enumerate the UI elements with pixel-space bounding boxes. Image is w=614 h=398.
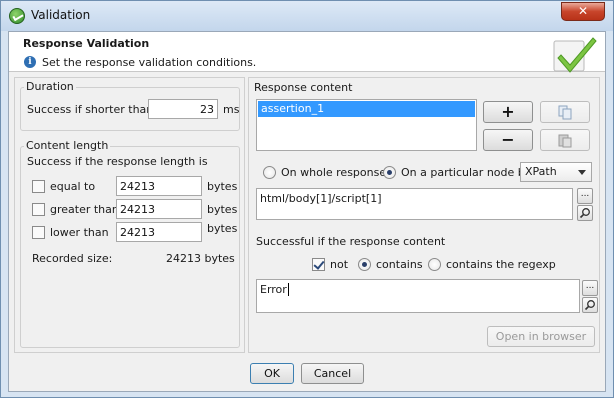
greater-than-input[interactable] <box>116 199 202 219</box>
checkmark-icon <box>553 37 597 73</box>
lower-than-unit: bytes <box>207 222 238 235</box>
duration-legend: Duration <box>24 80 76 93</box>
duration-unit: ms <box>223 103 240 116</box>
content-length-group: Content length Success if the response l… <box>20 139 240 348</box>
open-in-browser-button[interactable]: Open in browser <box>487 326 595 347</box>
contains-regexp-label: contains the regexp <box>446 258 556 271</box>
list-item[interactable]: assertion_1 <box>258 101 475 117</box>
not-label: not <box>330 258 349 271</box>
equal-to-input[interactable] <box>116 176 202 196</box>
close-icon: ✕ <box>577 4 589 18</box>
pattern-field[interactable]: Error <box>256 279 580 313</box>
dialog-header: Response Validation i Set the response v… <box>9 32 605 73</box>
recorded-size-label: Recorded size: <box>32 252 113 265</box>
app-icon <box>9 8 25 24</box>
content-length-legend: Content length <box>24 139 111 152</box>
dialog-body: Response Validation i Set the response v… <box>8 31 606 392</box>
duration-input[interactable] <box>148 99 218 119</box>
content-length-intro: Success if the response length is <box>27 155 208 168</box>
assertion-list[interactable]: assertion_1 <box>256 99 477 151</box>
lower-than-checkbox[interactable] <box>32 226 45 239</box>
greater-than-checkbox[interactable] <box>32 203 45 216</box>
equal-to-label: equal to <box>50 180 96 193</box>
greater-than-unit: bytes <box>207 203 238 216</box>
whole-response-radio[interactable] <box>263 166 276 179</box>
pattern-value: Error <box>260 283 287 296</box>
duration-group: Duration Success if shorter than ms <box>20 80 240 131</box>
header-title: Response Validation <box>23 37 150 50</box>
info-icon: i <box>24 56 36 68</box>
search-icon <box>584 300 595 311</box>
contains-label: contains <box>376 258 423 271</box>
whole-response-label: On whole response <box>281 166 387 179</box>
add-assertion-button[interactable]: + <box>483 101 533 123</box>
pattern-search-button[interactable] <box>582 297 598 313</box>
equal-to-unit: bytes <box>207 180 238 193</box>
lower-than-input[interactable] <box>116 222 202 242</box>
duration-label: Success if shorter than <box>27 103 154 116</box>
cancel-button[interactable]: Cancel <box>301 363 364 384</box>
copy-icon <box>558 105 572 120</box>
paste-assertion-button[interactable] <box>540 129 590 151</box>
lower-than-label: lower than <box>50 226 109 239</box>
success-label: Successful if the response content <box>256 235 446 248</box>
response-content-panel: Response content assertion_1 + − On whol… <box>248 77 600 353</box>
remove-assertion-button[interactable]: − <box>483 129 533 151</box>
pattern-browse-button[interactable]: ... <box>582 280 598 296</box>
greater-than-label: greater than <box>50 203 119 216</box>
xpath-value: html/body[1]/script[1] <box>260 192 382 205</box>
paste-icon <box>558 134 572 148</box>
recorded-size-value: 24213 bytes <box>166 252 235 265</box>
close-button[interactable]: ✕ <box>561 2 605 21</box>
contains-regexp-radio[interactable] <box>428 258 441 271</box>
xpath-field[interactable]: html/body[1]/script[1] <box>256 188 573 220</box>
xpath-browse-button[interactable]: ... <box>577 188 593 204</box>
particular-node-label: On a particular node by <box>401 166 532 179</box>
window-title: Validation <box>31 8 91 22</box>
equal-to-checkbox[interactable] <box>32 180 45 193</box>
chevron-down-icon <box>578 170 586 175</box>
copy-assertion-button[interactable] <box>540 101 590 123</box>
response-content-legend: Response content <box>252 81 355 94</box>
title-bar[interactable]: Validation ✕ <box>1 1 613 31</box>
left-panel: Duration Success if shorter than ms Cont… <box>14 77 245 353</box>
particular-node-radio[interactable] <box>383 166 396 179</box>
node-type-value: XPath <box>525 165 557 178</box>
validation-window: Validation ✕ Response Validation i Set t… <box>0 0 614 398</box>
node-type-select[interactable]: XPath <box>520 162 592 182</box>
not-checkbox[interactable] <box>312 258 325 271</box>
xpath-search-button[interactable] <box>577 205 593 221</box>
contains-radio[interactable] <box>358 258 371 271</box>
search-icon <box>579 208 590 219</box>
ok-button[interactable]: OK <box>250 363 294 384</box>
header-subtitle: Set the response validation conditions. <box>42 56 257 69</box>
